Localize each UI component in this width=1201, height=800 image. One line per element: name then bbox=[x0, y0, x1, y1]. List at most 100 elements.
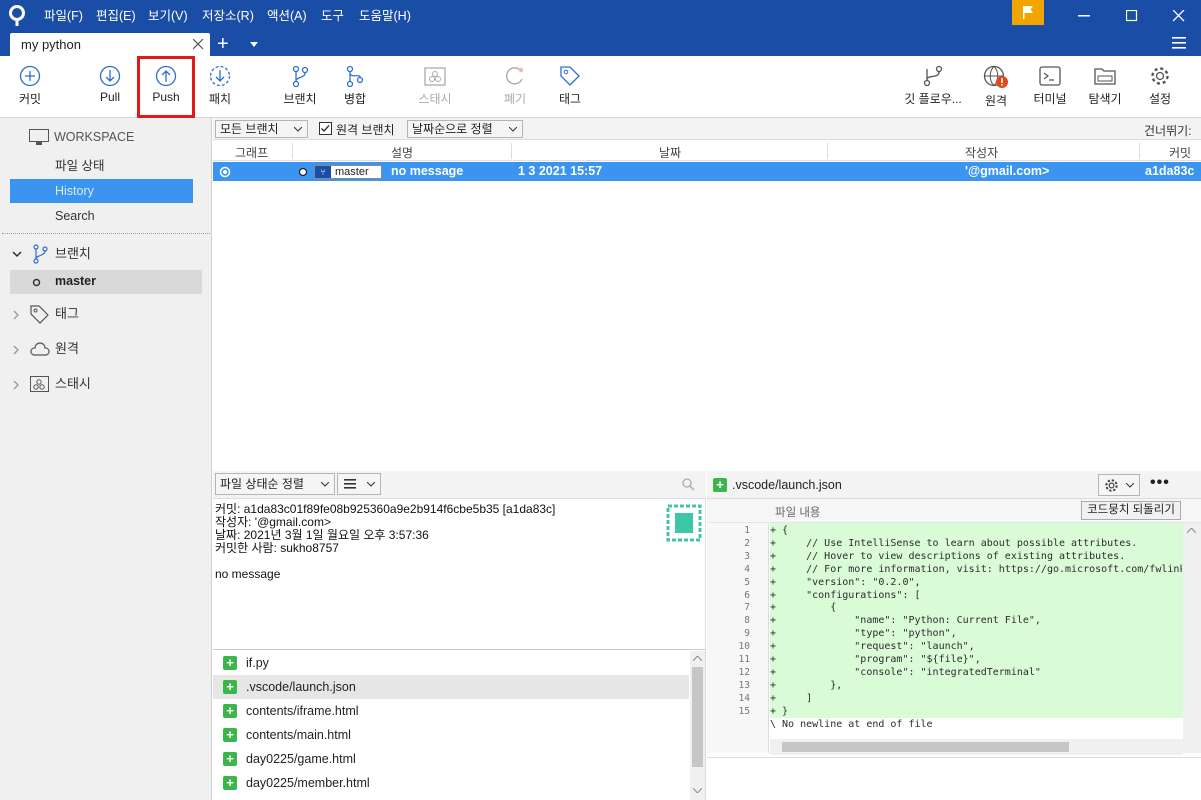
sidebar-item-file-status[interactable]: 파일 상태 bbox=[10, 154, 193, 178]
pull-button[interactable]: Pull bbox=[88, 56, 132, 116]
file-sort-label: 파일 상태순 정렬 bbox=[220, 477, 304, 491]
diff-line-added: + ] bbox=[770, 692, 813, 704]
more-options-icon[interactable]: ••• bbox=[1150, 474, 1170, 492]
file-list-item[interactable]: + contents/main.html bbox=[213, 723, 689, 747]
commit-row[interactable]: ⑂ master no message 1 3 2021 15:57 '@gma… bbox=[213, 162, 1201, 181]
branch-icon bbox=[292, 65, 309, 87]
tag-button[interactable]: 태그 bbox=[548, 56, 592, 116]
menu-edit[interactable]: 편집(E) bbox=[96, 0, 136, 32]
fetch-button[interactable]: 패치 bbox=[198, 56, 242, 116]
toolbar: 커밋 Pull Push 패치 브랜치 병합 스태시 폐기 태그 깃 플로우..… bbox=[0, 56, 1201, 118]
sidebar-group-tags[interactable]: 태그 bbox=[10, 302, 200, 326]
line-number: 3 bbox=[744, 550, 750, 562]
commit-date: 1 3 2021 15:57 bbox=[518, 164, 603, 178]
diff-line-added: + "configurations": [ bbox=[770, 589, 921, 601]
line-number: 7 bbox=[744, 602, 750, 614]
line-number: 12 bbox=[738, 666, 750, 678]
sidebar-group-branches[interactable]: 브랜치 bbox=[10, 242, 200, 266]
remotes-label: 원격 bbox=[55, 341, 79, 356]
file-list-item[interactable]: + if.py bbox=[213, 651, 689, 675]
gitflow-button[interactable]: 깃 플로우... bbox=[900, 56, 966, 116]
file-list-item[interactable]: + day0225/game.html bbox=[213, 747, 689, 771]
discard-button[interactable]: 폐기 bbox=[493, 56, 537, 116]
menu-repository[interactable]: 저장소(R) bbox=[202, 0, 254, 32]
file-list-item[interactable]: + day0225/member.html bbox=[213, 771, 689, 795]
gear-icon bbox=[1105, 479, 1118, 492]
branch-badge-label: master bbox=[335, 166, 369, 178]
settings-button[interactable]: 설정 bbox=[1138, 56, 1182, 116]
commit-button[interactable]: 커밋 bbox=[8, 56, 52, 116]
menu-help[interactable]: 도움말(H) bbox=[359, 0, 411, 32]
terminal-button[interactable]: 터미널 bbox=[1028, 56, 1072, 116]
file-status-label: 파일 상태 bbox=[55, 159, 105, 173]
remote-branches-label: 원격 브랜치 bbox=[336, 123, 395, 137]
committer-line: 커밋한 사람: sukho8757 bbox=[215, 541, 339, 555]
sidebar-group-remotes[interactable]: 원격 bbox=[10, 337, 200, 361]
tags-label: 태그 bbox=[55, 306, 79, 321]
remote-button[interactable]: 원격 bbox=[974, 56, 1018, 116]
branch-badge: ⑂ master bbox=[314, 165, 382, 179]
stash-button[interactable]: 스태시 bbox=[410, 56, 460, 116]
sourcetree-logo-icon bbox=[9, 5, 25, 26]
col-graph[interactable]: 그래프 bbox=[235, 144, 268, 161]
merge-button[interactable]: 병합 bbox=[333, 56, 377, 116]
monitor-icon bbox=[29, 129, 49, 145]
settings-label: 설정 bbox=[1148, 92, 1172, 106]
search-icon[interactable] bbox=[682, 478, 695, 491]
diff-vertical-scrollbar[interactable] bbox=[1183, 523, 1201, 753]
hunk-title: 파일 내용 bbox=[775, 507, 821, 519]
sidebar-item-history[interactable]: History bbox=[10, 179, 193, 203]
scroll-up-icon[interactable] bbox=[693, 656, 702, 661]
diff-options-dropdown[interactable] bbox=[1098, 474, 1140, 496]
col-commit[interactable]: 커밋 bbox=[1169, 144, 1191, 161]
notification-flag-button[interactable] bbox=[1012, 0, 1044, 25]
sort-label: 날짜순으로 정렬 bbox=[412, 122, 493, 136]
master-label: master bbox=[55, 274, 96, 288]
branch-item-master[interactable]: master bbox=[10, 270, 202, 294]
close-window-icon[interactable] bbox=[1173, 10, 1185, 22]
line-number: 10 bbox=[738, 641, 750, 653]
diff-footer bbox=[707, 757, 1201, 800]
line-number: 15 bbox=[738, 705, 750, 717]
file-name: day0225/member.html bbox=[246, 776, 370, 790]
menu-view[interactable]: 보기(V) bbox=[148, 0, 188, 32]
branch-button[interactable]: 브랜치 bbox=[278, 56, 322, 116]
file-list-scrollbar[interactable] bbox=[690, 651, 705, 800]
branches-label: 브랜치 bbox=[55, 246, 91, 261]
repo-tab[interactable]: my python bbox=[10, 33, 210, 56]
file-sort-dropdown[interactable]: 파일 상태순 정렬 bbox=[215, 473, 335, 495]
explorer-button[interactable]: 탐색기 bbox=[1083, 56, 1127, 116]
fetch-icon bbox=[209, 65, 231, 87]
discard-icon bbox=[506, 67, 524, 85]
maximize-icon[interactable] bbox=[1126, 10, 1138, 22]
tab-dropdown-icon[interactable] bbox=[250, 42, 258, 47]
file-list-item-selected[interactable]: + .vscode/launch.json bbox=[213, 675, 689, 699]
new-tab-icon[interactable]: + bbox=[217, 34, 229, 54]
diff-horizontal-scrollbar[interactable] bbox=[770, 739, 1183, 755]
branch-filter-dropdown[interactable]: 모든 브랜치 bbox=[215, 120, 308, 138]
menu-file[interactable]: 파일(F) bbox=[44, 0, 83, 32]
scrollbar-thumb[interactable] bbox=[782, 742, 1069, 752]
scroll-down-icon[interactable] bbox=[693, 788, 702, 793]
revert-hunk-button[interactable]: 코드뭉치 되돌리기 bbox=[1081, 501, 1181, 520]
scrollbar-thumb[interactable] bbox=[692, 667, 703, 767]
hamburger-menu-icon[interactable] bbox=[1172, 37, 1186, 49]
col-description[interactable]: 설명 bbox=[391, 144, 413, 161]
menu-tools[interactable]: 도구 bbox=[321, 0, 344, 32]
menu-action[interactable]: 액션(A) bbox=[267, 0, 307, 32]
sidebar-group-stashes[interactable]: 스태시 bbox=[10, 372, 200, 396]
push-button[interactable]: Push bbox=[137, 56, 195, 118]
col-author[interactable]: 작성자 bbox=[965, 144, 998, 161]
title-bar: 파일(F) 편집(E) 보기(V) 저장소(R) 액션(A) 도구 도움말(H) bbox=[0, 0, 1201, 32]
file-list-item[interactable]: + contents/iframe.html bbox=[213, 699, 689, 723]
col-date[interactable]: 날짜 bbox=[659, 144, 681, 161]
diff-line-added: + "request": "launch", bbox=[770, 641, 975, 653]
close-tab-icon[interactable] bbox=[193, 39, 204, 50]
current-branch-dot-icon bbox=[32, 278, 41, 287]
sidebar-item-search[interactable]: Search bbox=[10, 204, 193, 228]
view-mode-dropdown[interactable] bbox=[337, 473, 381, 495]
diff-line-added: + // Hover to view descriptions of exist… bbox=[770, 550, 1126, 562]
sort-dropdown[interactable]: 날짜순으로 정렬 bbox=[407, 120, 523, 138]
minimize-icon[interactable] bbox=[1078, 15, 1090, 17]
scroll-up-icon[interactable] bbox=[1187, 528, 1196, 533]
